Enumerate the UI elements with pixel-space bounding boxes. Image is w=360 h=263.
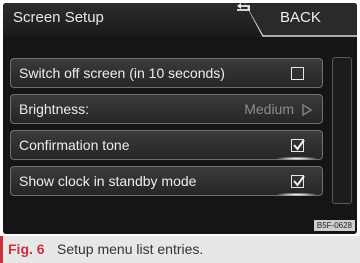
screen-header: Screen Setup BACK xyxy=(3,3,357,37)
selection-glow xyxy=(278,193,316,196)
row-confirmation-tone[interactable]: Confirmation tone xyxy=(10,130,323,160)
caption-label: Fig. 6 xyxy=(8,241,45,257)
figure-caption: Fig. 6 Setup menu list entries. xyxy=(0,236,360,263)
back-label: BACK xyxy=(280,9,321,26)
brightness-value: Medium xyxy=(244,101,294,117)
row-label: Confirmation tone xyxy=(19,137,130,153)
checkmark-icon xyxy=(293,139,305,151)
row-label: Show clock in standby mode xyxy=(19,173,197,189)
caption-text: Setup menu list entries. xyxy=(57,241,204,257)
back-button[interactable]: BACK xyxy=(235,3,357,38)
chevron-right-icon xyxy=(302,104,312,116)
row-brightness[interactable]: Brightness: Medium xyxy=(10,94,323,124)
row-label: Switch off screen (in 10 seconds) xyxy=(19,65,225,81)
checkbox-unchecked[interactable] xyxy=(291,67,304,80)
checkbox-checked[interactable] xyxy=(291,139,305,152)
device-screen: Screen Setup BACK Switch off screen (in … xyxy=(3,3,357,234)
row-label: Brightness: xyxy=(19,101,90,117)
row-switch-off-screen[interactable]: Switch off screen (in 10 seconds) xyxy=(10,58,323,88)
back-arrow-icon xyxy=(237,3,250,11)
selection-glow xyxy=(278,157,316,160)
image-code-tag: B5F-0628 xyxy=(313,220,355,231)
screen-title: Screen Setup xyxy=(13,9,104,26)
checkbox-checked[interactable] xyxy=(291,175,305,188)
row-show-clock-standby[interactable]: Show clock in standby mode xyxy=(10,166,323,196)
checkmark-icon xyxy=(293,175,305,187)
scrollbar[interactable] xyxy=(332,57,352,204)
